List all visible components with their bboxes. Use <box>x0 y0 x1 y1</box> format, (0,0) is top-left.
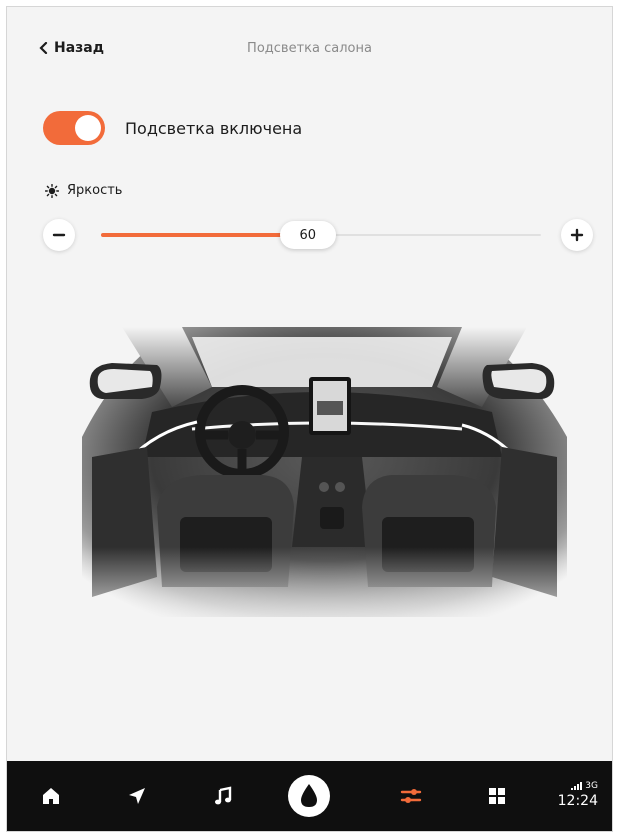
slider-thumb[interactable]: 60 <box>279 221 336 249</box>
bottom-navbar: 3G 12:24 <box>7 761 612 831</box>
voice-assistant-icon <box>288 775 330 817</box>
brightness-label-row: Яркость <box>45 183 122 198</box>
page-title: Подсветка салона <box>247 41 372 56</box>
toggle-knob <box>75 115 101 141</box>
increase-button[interactable] <box>561 219 593 251</box>
decrease-button[interactable] <box>43 219 75 251</box>
header: Назад Подсветка салона <box>7 37 612 61</box>
nav-voice-assistant[interactable] <box>279 761 339 831</box>
brightness-slider: 60 <box>43 215 593 255</box>
minus-icon <box>52 233 66 237</box>
signal-icon <box>571 782 583 790</box>
nav-settings[interactable] <box>381 761 441 831</box>
status-area: 3G 12:24 <box>558 781 598 809</box>
home-icon <box>43 788 59 804</box>
brightness-label: Яркость <box>67 183 123 198</box>
music-icon <box>215 786 232 805</box>
lighting-toggle-row: Подсветка включена <box>43 111 302 145</box>
navigation-icon <box>129 788 145 804</box>
plus-icon <box>570 228 584 242</box>
nav-music[interactable] <box>193 761 253 831</box>
car-interior-illustration <box>62 327 582 637</box>
lighting-toggle-label: Подсветка включена <box>125 118 303 138</box>
network-type: 3G <box>585 781 598 791</box>
slider-fill <box>101 233 308 237</box>
lighting-toggle[interactable] <box>43 111 105 145</box>
screen: Назад Подсветка салона Подсветка включен… <box>6 6 613 832</box>
apps-icon <box>489 788 505 804</box>
nav-home[interactable] <box>21 761 81 831</box>
settings-icon <box>400 789 422 803</box>
network-status: 3G <box>558 781 598 791</box>
brightness-icon <box>45 183 59 198</box>
clock: 12:24 <box>557 793 598 809</box>
nav-navigation[interactable] <box>107 761 167 831</box>
nav-apps[interactable] <box>467 761 527 831</box>
